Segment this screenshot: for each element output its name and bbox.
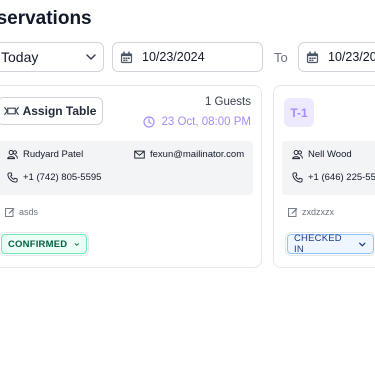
edit-icon (5, 208, 15, 217)
reservation-card[interactable]: T-1 Nell Wood +1 (646) 225-55 zxdzxzx CH… (273, 85, 375, 268)
chevron-down-icon (86, 54, 96, 60)
guest-phone: +1 (742) 805-5595 (23, 172, 102, 183)
chevron-down-icon (359, 242, 366, 246)
assign-table-button[interactable]: Assign Table (0, 97, 103, 125)
assign-table-label: Assign Table (22, 104, 97, 118)
guest-phone: +1 (646) 225-55 (308, 172, 375, 183)
period-select-value: Today (1, 49, 39, 65)
note-text: zxdzxzx (302, 207, 335, 217)
status-label: CONFIRMED (8, 238, 68, 250)
calendar-icon (306, 50, 319, 63)
status-select[interactable]: CHECKED IN (287, 233, 374, 255)
clock-icon (142, 116, 155, 128)
date-to-input[interactable]: 10/23/2024 (298, 42, 375, 72)
date-from-input[interactable]: 10/23/2024 (112, 42, 263, 72)
phone-icon (292, 172, 303, 183)
reservation-time-text: 23 Oct, 08:00 PM (161, 116, 252, 128)
note-text: asds (19, 207, 39, 217)
guest-info-box: Rudyard Patel fexun@mailinator.com +1 (7… (0, 141, 253, 195)
mail-icon (134, 150, 145, 159)
guest-name: Nell Wood (308, 149, 352, 160)
guest-phone-row: +1 (742) 805-5595 (7, 172, 101, 183)
guest-name-row: Nell Wood (292, 149, 352, 160)
reservation-note: zxdzxzx (288, 207, 334, 217)
reservation-note: asds (5, 207, 38, 217)
reservation-card[interactable]: Assign Table 1 Guests 23 Oct, 08:00 PM R… (0, 85, 262, 268)
guest-info-box: Nell Wood +1 (646) 225-55 (282, 141, 375, 195)
date-from-value: 10/23/2024 (142, 50, 205, 64)
period-select[interactable]: Today (0, 42, 104, 72)
calendar-icon (120, 50, 133, 63)
users-icon (7, 150, 18, 160)
guest-email: fexun@mailinator.com (150, 149, 245, 160)
guest-count: 1 Guests (204, 96, 251, 108)
reservations-screen: eservations Today 10/23/2024 To (0, 0, 375, 366)
guest-name: Rudyard Patel (23, 149, 84, 160)
chevron-down-icon (75, 242, 80, 246)
page-title: eservations (0, 8, 92, 29)
date-to-value: 10/23/2024 (328, 50, 375, 64)
guest-phone-row: +1 (646) 225-55 (292, 172, 375, 183)
guest-email-row: fexun@mailinator.com (134, 149, 244, 160)
phone-icon (7, 172, 18, 183)
to-label: To (274, 50, 288, 65)
reservation-time: 23 Oct, 08:00 PM (142, 116, 252, 128)
table-icon (3, 106, 19, 116)
guest-name-row: Rudyard Patel (7, 149, 83, 160)
users-icon (292, 150, 303, 160)
status-select[interactable]: CONFIRMED (1, 234, 87, 254)
status-label: CHECKED IN (294, 233, 342, 255)
edit-icon (288, 208, 298, 217)
table-badge: T-1 (284, 98, 314, 127)
